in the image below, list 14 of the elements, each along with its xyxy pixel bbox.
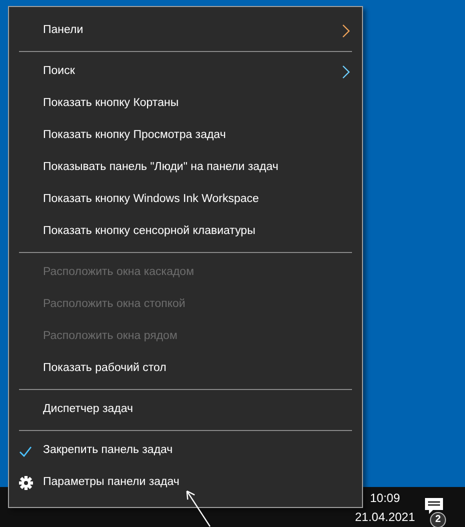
menu-item[interactable]: Поиск: [9, 56, 362, 88]
menu-item[interactable]: Показать рабочий стол: [9, 353, 362, 385]
menu-item[interactable]: Параметры панели задач: [9, 467, 362, 499]
notification-icon[interactable]: [424, 497, 444, 515]
menu-item[interactable]: Панели: [9, 15, 362, 47]
menu-item[interactable]: Показать кнопку Кортаны: [9, 88, 362, 120]
menu-item[interactable]: Показать кнопку Windows Ink Workspace: [9, 184, 362, 216]
menu-item[interactable]: Показывать панель "Люди" на панели задач: [9, 152, 362, 184]
menu-item[interactable]: Диспетчер задач: [9, 394, 362, 426]
clock-date[interactable]: 21.04.2021: [352, 508, 418, 527]
menu-item[interactable]: Показать кнопку Просмотра задач: [9, 120, 362, 152]
menu-item[interactable]: Закрепить панель задач: [9, 435, 362, 467]
settings-icon: [19, 476, 33, 490]
menu-item[interactable]: Показать кнопку сенсорной клавиатуры: [9, 216, 362, 248]
